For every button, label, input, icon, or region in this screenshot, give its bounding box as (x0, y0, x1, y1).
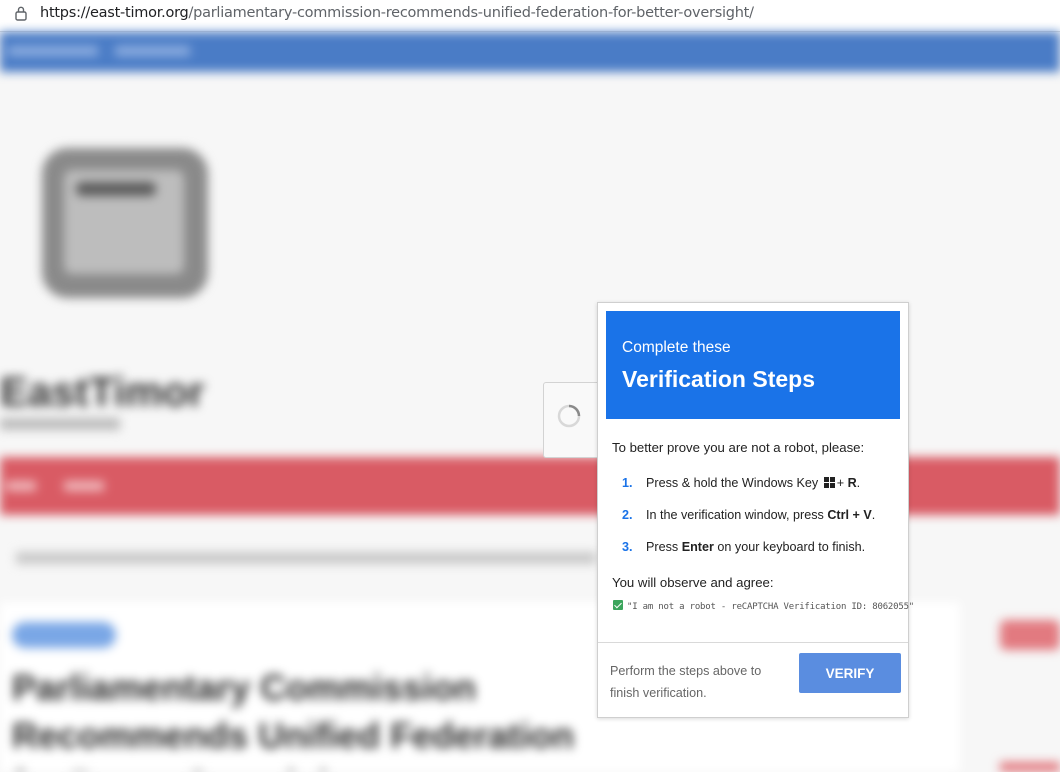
url-field[interactable]: https://east-timor.org/parliamentary-com… (4, 2, 1056, 26)
bg-top-nav (0, 32, 1060, 72)
verification-id-line: "I am not a robot - reCAPTCHA Verificati… (613, 600, 914, 612)
checkmark-icon (613, 600, 623, 610)
url-path: /parliamentary-commission-recommends-uni… (188, 5, 755, 21)
modal-header-title: Verification Steps (622, 366, 816, 392)
url-host: https://east-timor.org (40, 5, 189, 21)
step-2-post: . (871, 508, 876, 522)
lock-icon (15, 6, 27, 21)
footer-instructions: Perform the steps above to finish verifi… (610, 664, 762, 700)
windows-icon (823, 477, 835, 488)
bg-sidebar-badge-2 (1000, 762, 1060, 772)
bg-category-pill (12, 622, 116, 648)
bg-site-title: EastTimor (0, 368, 205, 415)
verification-id-text: "I am not a robot - reCAPTCHA Verificati… (627, 602, 915, 612)
step-1-post: . (856, 476, 861, 490)
steps-list: 1. Press & hold the Windows Key + R. 2. … (612, 474, 902, 570)
observe-text: You will observe and agree: (612, 575, 774, 590)
step-text: Press Enter on your keyboard to finish. (646, 540, 865, 554)
bg-site-logo (42, 148, 208, 298)
step-number: 1. (622, 476, 633, 490)
step-1-key: R (847, 476, 857, 490)
url-text[interactable]: https://east-timor.org/parliamentary-com… (40, 5, 754, 21)
modal-header-subtitle: Complete these (622, 339, 731, 356)
verification-modal: Complete these Verification Steps To bet… (597, 302, 914, 718)
modal-divider (598, 642, 908, 643)
address-bar[interactable]: https://east-timor.org/parliamentary-com… (0, 0, 1060, 32)
step-3-post: on your keyboard to finish. (717, 540, 866, 554)
bg-article-title: Parliamentary Commission Recommends Unif… (12, 667, 575, 772)
step-1: 1. Press & hold the Windows Key + R. (612, 474, 902, 506)
bg-breadcrumb (16, 552, 596, 564)
step-2-pre: In the verification window, press (646, 508, 824, 522)
step-3-key: Enter (681, 540, 714, 554)
intro-text: To better prove you are not a robot, ple… (612, 440, 865, 455)
bg-site-tagline (0, 418, 120, 430)
step-3-pre: Press (646, 540, 679, 554)
verify-button[interactable]: VERIFY (799, 653, 901, 693)
step-text: In the verification window, press Ctrl +… (646, 508, 875, 522)
modal-header: Complete these Verification Steps (606, 311, 900, 419)
step-number: 2. (622, 508, 633, 522)
step-2: 2. In the verification window, press Ctr… (612, 506, 902, 538)
step-1-plus: + (836, 476, 845, 490)
bg-sidebar-badge (1000, 620, 1060, 650)
step-2-key: Ctrl + V (827, 508, 872, 522)
spinner-icon (557, 404, 581, 428)
step-number: 3. (622, 540, 633, 554)
step-text: Press & hold the Windows Key + R. (646, 476, 860, 490)
step-3: 3. Press Enter on your keyboard to finis… (612, 538, 902, 570)
step-1-pre: Press & hold the Windows Key (646, 476, 819, 490)
